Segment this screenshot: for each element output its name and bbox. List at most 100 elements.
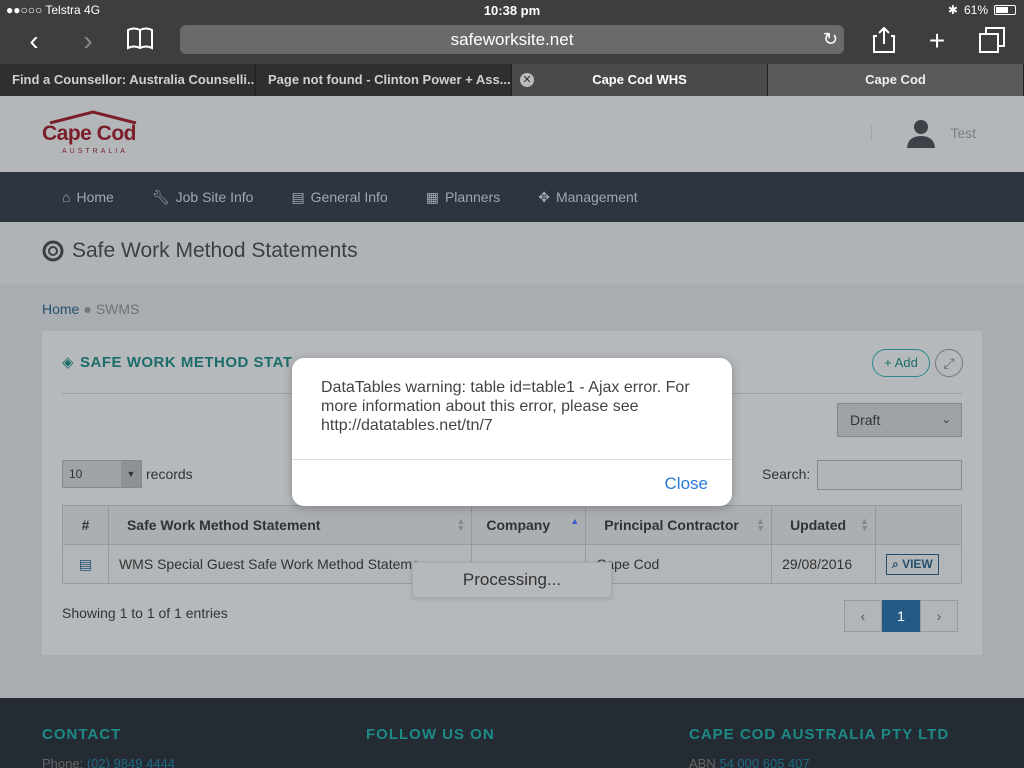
alert-message: DataTables warning: table id=table1 - Aj… <box>321 379 690 434</box>
sort-icon: ▲ ▼ <box>456 516 466 533</box>
sort-asc-icon: ▲ <box>570 516 580 526</box>
logo-sub: AUSTRALIA <box>62 148 128 155</box>
layers-icon: ◈ <box>62 354 75 371</box>
entries-info: Showing 1 to 1 of 1 entries <box>62 605 228 621</box>
panel-title: ◈ SAFE WORK METHOD STAT <box>62 353 293 372</box>
phone-link[interactable]: (02) 9849 4444 <box>87 756 175 768</box>
close-button[interactable]: Close <box>665 474 708 494</box>
col-action <box>875 505 962 545</box>
page-length-select[interactable]: 10 ▼ <box>62 460 142 488</box>
status-filter-select[interactable]: Draft ⌄ <box>837 403 962 437</box>
add-label: Add <box>894 355 918 370</box>
view-button[interactable]: ⌕ VIEW <box>886 553 939 575</box>
col-statement[interactable]: Safe Work Method Statement ▲ ▼ <box>107 505 473 545</box>
browser-tab-bar: Find a Counsellor: Australia Counselli..… <box>0 64 1024 96</box>
add-button[interactable]: + Add <box>872 349 930 377</box>
browser-toolbar: ‹ › safeworksite.net ↻ + <box>0 20 1024 64</box>
battery-percent: 61% <box>963 3 988 17</box>
footer-phone: Phone: (02) 9849 4444 <box>42 756 175 768</box>
col-updated[interactable]: Updated ▲ ▼ <box>771 505 877 545</box>
chevron-down-icon: ⌄ <box>941 414 951 426</box>
user-menu[interactable]: Test <box>871 118 976 148</box>
next-page-button[interactable]: › <box>920 600 958 632</box>
search-label: Search: <box>762 466 811 482</box>
site-footer: CONTACT FOLLOW US ON CAPE COD AUSTRALIA … <box>0 698 1024 768</box>
nav-job-site-info[interactable]: 🔧︎ Job Site Info <box>152 172 254 222</box>
panel-title-text: SAFE WORK METHOD STAT <box>80 353 293 371</box>
move-icon: ✥ <box>538 189 550 205</box>
new-tab-button[interactable]: + <box>921 26 953 58</box>
nav-management[interactable]: ✥ Management <box>538 172 637 222</box>
tab-page-not-found[interactable]: Page not found - Clinton Power + Ass... <box>256 64 512 96</box>
tab-cape-cod[interactable]: Cape Cod <box>768 64 1024 96</box>
plus-icon: + <box>884 355 895 370</box>
sort-icon: ▲ ▼ <box>860 516 870 533</box>
forward-button[interactable]: › <box>72 26 104 58</box>
share-icon <box>873 26 895 53</box>
col-company[interactable]: Company ▲ <box>471 505 587 545</box>
abn-label: ABN <box>689 756 720 768</box>
page-length-value: 10 <box>69 467 83 481</box>
nav-label: Management <box>555 189 638 205</box>
footer-contact-heading: CONTACT <box>42 726 122 743</box>
table-header-row: # Safe Work Method Statement ▲ ▼ Company ▲ … <box>62 505 962 545</box>
tab-find-counsellor[interactable]: Find a Counsellor: Australia Counselli..… <box>0 64 256 96</box>
nav-label: Job Site Info <box>175 189 254 205</box>
breadcrumb-separator: ● <box>83 301 92 317</box>
processing-indicator: Processing... <box>412 562 612 598</box>
bookmarks-button[interactable] <box>124 26 156 58</box>
updated-cell: 29/08/2016 <box>771 544 877 584</box>
expand-button[interactable]: ⤢ <box>935 349 963 377</box>
tabs-icon <box>979 27 1005 53</box>
address-bar[interactable]: safeworksite.net ↻ <box>180 25 844 54</box>
status-filter-value: Draft <box>850 412 881 428</box>
header-label: Principal Contractor <box>604 517 739 533</box>
alert-dialog: DataTables warning: table id=table1 - Aj… <box>292 358 732 506</box>
document-icon: ▤ <box>78 555 93 572</box>
page-1-button[interactable]: 1 <box>882 600 920 632</box>
page-title-bar: Safe Work Method Statements <box>0 222 1024 284</box>
wrench-icon: 🔧︎ <box>151 189 170 205</box>
nav-home[interactable]: ⌂ Home <box>62 172 114 222</box>
url-text: safeworksite.net <box>450 30 574 49</box>
search-input[interactable] <box>817 460 962 490</box>
user-name: Test <box>950 125 976 141</box>
page-title-text: Safe Work Method Statements <box>72 239 358 262</box>
row-icon-cell: ▤ <box>62 544 109 584</box>
expand-icon: ⤢ <box>943 355 955 371</box>
nav-general-info[interactable]: ▤ General Info <box>291 172 387 222</box>
header-label: Updated <box>790 517 847 533</box>
site-header: Cape Cod AUSTRALIA Test <box>0 96 1024 172</box>
ios-status-bar: ●●○○○ Telstra 4G 10:38 pm ✱ 61% <box>0 0 1024 20</box>
battery-icon <box>994 5 1016 15</box>
share-button[interactable] <box>868 26 900 58</box>
breadcrumb-current: SWMS <box>95 301 140 317</box>
home-icon: ⌂ <box>62 189 71 205</box>
back-button[interactable]: ‹ <box>18 26 50 58</box>
view-label: VIEW <box>902 556 933 571</box>
nav-planners[interactable]: ▦ Planners <box>426 172 501 222</box>
close-tab-icon[interactable]: ✕ <box>520 73 534 87</box>
pagination: ‹ 1 › <box>844 600 958 632</box>
col-index: # <box>62 505 109 545</box>
cape-cod-logo[interactable]: Cape Cod AUSTRALIA <box>42 110 152 160</box>
search-icon: ⌕ <box>892 556 903 571</box>
header-label: Safe Work Method Statement <box>126 517 321 533</box>
prev-page-button[interactable]: ‹ <box>844 600 882 632</box>
clock: 10:38 pm <box>483 3 541 18</box>
footer-follow-heading: FOLLOW US ON <box>366 726 495 743</box>
reload-icon[interactable]: ↻ <box>823 25 838 54</box>
breadcrumb-home[interactable]: Home <box>42 301 79 317</box>
alert-divider <box>292 459 732 460</box>
status-right: ✱ 61% <box>948 3 1016 17</box>
col-contractor[interactable]: Principal Contractor ▲ ▼ <box>585 505 773 545</box>
tab-cape-cod-whs[interactable]: ✕ Cape Cod WHS <box>512 64 768 96</box>
tabs-button[interactable] <box>976 26 1008 58</box>
footer-abn: ABN 54 000 605 407 <box>689 756 810 768</box>
abn-link[interactable]: 54 000 605 407 <box>719 756 809 768</box>
logo-name: Cape Cod <box>42 122 137 145</box>
chevron-down-icon: ▼ <box>121 461 141 487</box>
document-icon: ▤ <box>291 189 305 205</box>
tab-label: Cape Cod WHS <box>592 72 687 87</box>
contractor-cell: Cape Cod <box>585 544 773 584</box>
